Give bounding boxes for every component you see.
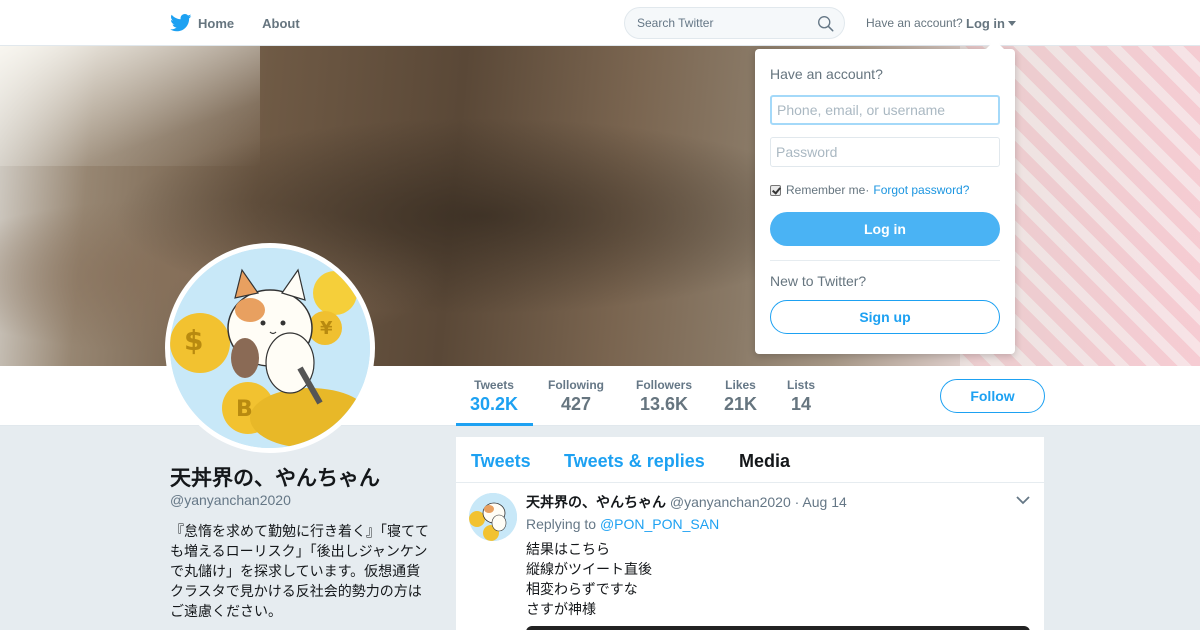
separator-text: ·	[865, 183, 870, 197]
tweet-replying-to: Replying to @PON_PON_SAN	[526, 516, 719, 532]
dropdown-arrow	[986, 40, 1004, 49]
stat-tweets[interactable]: Tweets 30.2K	[470, 378, 518, 415]
stat-value[interactable]: 427	[548, 394, 604, 415]
login-link-label[interactable]: Log in	[966, 16, 1005, 31]
caret-down-icon[interactable]	[1008, 21, 1016, 26]
svg-text:$: $	[184, 324, 203, 357]
login-button[interactable]: Log in	[770, 212, 1000, 246]
login-dropdown-toggle[interactable]: Log in	[966, 16, 1016, 31]
tweet-avatar-illustration	[469, 493, 517, 541]
checkbox-checked-icon[interactable]	[770, 184, 781, 196]
tweet-meta[interactable]: @yanyanchan2020 · Aug 14	[666, 494, 847, 510]
tweet-header: 天丼界の、やんちゃん @yanyanchan2020 · Aug 14	[526, 492, 847, 512]
tweet-line: さすが神様	[526, 601, 596, 617]
tweet-line: 相変わらずですな	[526, 581, 638, 597]
stat-value[interactable]: 30.2K	[470, 394, 518, 415]
tweet-text: 結果はこちら 縦線がツイート直後 相変わらずですな さすが神様	[526, 539, 652, 619]
remember-me-label[interactable]: Remember me	[786, 183, 865, 197]
login-dropdown: Have an account? Remember me · Forgot pa…	[755, 49, 1015, 354]
username-field[interactable]	[770, 95, 1000, 125]
stat-value[interactable]: 14	[787, 394, 815, 415]
nav-home-link[interactable]: Home	[198, 16, 234, 31]
tweet-avatar[interactable]	[469, 493, 517, 541]
password-field[interactable]	[770, 137, 1000, 167]
profile-name[interactable]: 天丼界の、やんちゃん	[170, 462, 380, 492]
new-to-twitter-text: New to Twitter?	[770, 273, 867, 289]
stat-label[interactable]: Following	[548, 378, 604, 392]
forgot-password-link[interactable]: Forgot password?	[873, 183, 969, 197]
stat-followers[interactable]: Followers 13.6K	[636, 378, 692, 415]
profile-handle[interactable]: @yanyanchan2020	[170, 492, 291, 508]
stat-label[interactable]: Likes	[724, 378, 757, 392]
twitter-bird-icon[interactable]	[170, 14, 192, 32]
tweet-line: 縦線がツイート直後	[526, 561, 652, 577]
tweet[interactable]: 天丼界の、やんちゃん @yanyanchan2020 · Aug 14 Repl…	[456, 437, 1044, 630]
profile-avatar[interactable]: $ ¥ B	[165, 243, 375, 453]
follow-button[interactable]: Follow	[940, 379, 1045, 413]
profile-bio: 『怠惰を求めて勤勉に行き着く』「寝てても増えるローリスク」「後出しジャンケンで丸…	[170, 523, 429, 619]
stat-value[interactable]: 13.6K	[636, 394, 692, 415]
tweet-line: 結果はこちら	[526, 541, 610, 557]
search-icon[interactable]	[817, 15, 834, 32]
stat-following[interactable]: Following 427	[548, 378, 604, 415]
chevron-down-icon[interactable]	[1016, 495, 1030, 505]
stat-likes[interactable]: Likes 21K	[724, 378, 757, 415]
have-account-text: Have an account?	[866, 16, 963, 30]
banner-highlight	[0, 46, 260, 166]
divider	[770, 260, 1000, 261]
stat-label[interactable]: Followers	[636, 378, 692, 392]
dropdown-title: Have an account?	[770, 66, 883, 82]
search-input[interactable]: Search Twitter	[637, 16, 713, 30]
search-box[interactable]: Search Twitter	[624, 7, 845, 39]
svg-text:B: B	[236, 397, 253, 422]
stat-label[interactable]: Lists	[787, 378, 815, 392]
stat-label[interactable]: Tweets	[470, 378, 518, 392]
signup-button[interactable]: Sign up	[770, 300, 1000, 334]
replying-prefix: Replying to	[526, 516, 600, 532]
avatar-illustration: $ ¥ B	[170, 248, 370, 448]
stat-lists[interactable]: Lists 14	[787, 378, 815, 415]
tweet-author-name[interactable]: 天丼界の、やんちゃん	[526, 494, 666, 510]
nav-left: Home About	[170, 0, 328, 46]
nav-about-link[interactable]: About	[262, 16, 300, 31]
svg-text:¥: ¥	[320, 318, 333, 339]
active-stat-underline	[456, 423, 533, 426]
remember-me-row: Remember me · Forgot password?	[770, 183, 969, 197]
stat-value[interactable]: 21K	[724, 394, 757, 415]
tweet-media-preview[interactable]	[526, 626, 1030, 630]
top-navigation-bar: Home About Search Twitter Have an accoun…	[0, 0, 1200, 46]
replying-to-link[interactable]: @PON_PON_SAN	[600, 516, 719, 532]
